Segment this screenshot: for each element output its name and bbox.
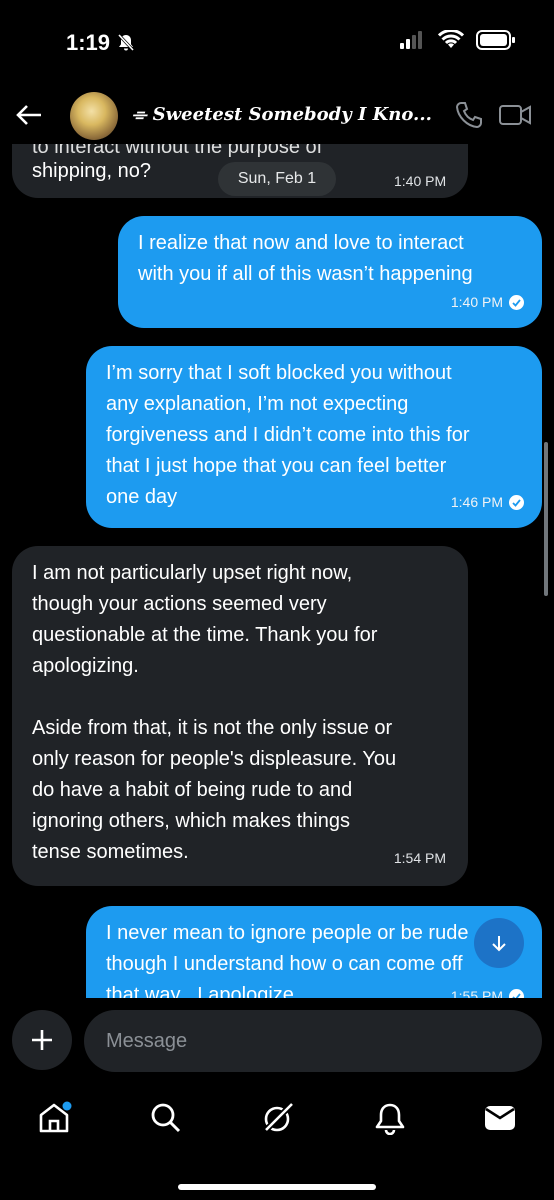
message-meta: 1:40 PM xyxy=(394,166,446,197)
status-time-group: 1:19 xyxy=(66,30,136,56)
tab-grok[interactable] xyxy=(248,1090,308,1146)
messages-icon xyxy=(485,1106,515,1130)
conversation-title[interactable]: ⌯ Sweetest Somebody I Kno... xyxy=(132,104,432,125)
message-text: I realize that now and love to interact … xyxy=(138,232,473,285)
scrollbar[interactable] xyxy=(544,442,548,596)
phone-icon[interactable] xyxy=(454,100,484,130)
home-indicator[interactable] xyxy=(178,1184,376,1190)
bell-muted-icon xyxy=(117,33,135,52)
composer xyxy=(0,1010,554,1074)
message-text: I am not particularly upset right now, t… xyxy=(32,562,397,863)
status-time: 1:19 xyxy=(66,30,111,55)
message-meta: 1:55 PM xyxy=(451,981,524,998)
conversation-header: ⌯ Sweetest Somebody I Kno... xyxy=(0,90,554,144)
plus-icon xyxy=(32,1030,52,1050)
message-bubble-outgoing[interactable]: I realize that now and love to interact … xyxy=(118,216,542,328)
message-time: 1:55 PM xyxy=(450,988,503,998)
grok-icon xyxy=(262,1101,295,1134)
message-meta: 1:40 PM xyxy=(451,287,524,318)
message-bubble-incoming[interactable]: I am not particularly upset right now, t… xyxy=(12,546,468,886)
wifi-icon xyxy=(438,30,464,48)
message-meta: 1:46 PM xyxy=(451,487,524,518)
status-icons xyxy=(400,30,516,50)
tab-notifications[interactable] xyxy=(360,1090,420,1146)
read-check-icon xyxy=(509,295,524,310)
scroll-to-bottom-button[interactable] xyxy=(474,918,524,968)
status-bar: 1:19 xyxy=(0,0,554,90)
arrow-down-icon xyxy=(492,936,506,952)
message-meta: 1:54 PM xyxy=(394,843,446,874)
read-check-icon xyxy=(509,495,524,510)
cellular-signal-icon xyxy=(400,31,422,49)
message-bubble-outgoing[interactable]: I never mean to ignore people or be rude… xyxy=(86,906,542,998)
home-icon xyxy=(39,1101,72,1133)
message-time: 1:54 PM xyxy=(393,850,446,866)
bottom-tab-bar xyxy=(0,1090,554,1150)
tab-messages[interactable] xyxy=(470,1090,530,1146)
battery-icon xyxy=(476,30,515,50)
message-input[interactable] xyxy=(84,1010,542,1072)
tab-search[interactable] xyxy=(136,1090,196,1146)
notifications-icon xyxy=(375,1103,405,1135)
search-icon xyxy=(151,1103,181,1133)
message-list[interactable]: to interact without the purpose of shipp… xyxy=(0,144,554,998)
video-call-icon[interactable] xyxy=(498,100,532,130)
date-separator: Sun, Feb 1 xyxy=(218,162,336,196)
back-arrow-icon[interactable] xyxy=(14,100,44,130)
message-bubble-outgoing[interactable]: I’m sorry that I soft blocked you withou… xyxy=(86,346,542,528)
message-time: 1:46 PM xyxy=(450,494,503,510)
tab-home[interactable] xyxy=(24,1090,84,1146)
read-check-icon xyxy=(509,989,524,998)
message-time: 1:40 PM xyxy=(450,294,503,310)
message-text: shipping, no? xyxy=(32,160,151,182)
avatar[interactable] xyxy=(70,92,118,140)
add-attachment-button[interactable] xyxy=(12,1010,72,1070)
message-time: 1:40 PM xyxy=(394,173,447,189)
